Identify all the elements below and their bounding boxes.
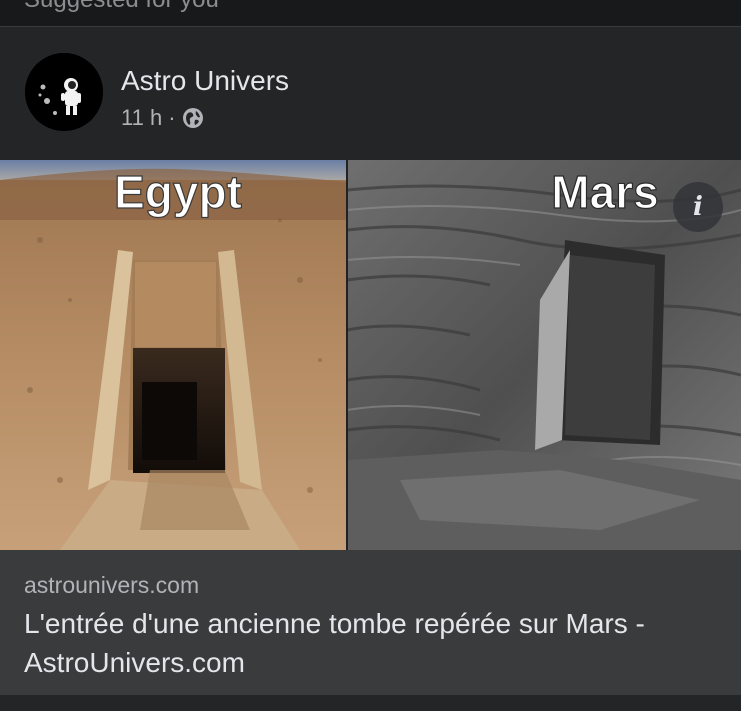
link-preview[interactable]: astrounivers.com L'entrée d'une ancienne…	[0, 550, 741, 695]
astronaut-on-moon-logo	[25, 53, 103, 131]
egypt-label: Egypt	[114, 166, 242, 218]
link-title[interactable]: L'entrée d'une ancienne tombe repérée su…	[24, 604, 724, 682]
close-icon[interactable]	[692, 0, 724, 12]
page-avatar[interactable]	[25, 53, 103, 131]
mars-label: Mars	[551, 166, 658, 218]
suggested-label: Suggested for you	[24, 0, 219, 14]
post-image[interactable]: Egypt Mars	[0, 160, 741, 550]
globe-icon	[182, 108, 203, 128]
egypt-photo: Egypt	[0, 160, 347, 550]
post-time[interactable]: 11 h	[121, 105, 162, 131]
info-icon[interactable]: i	[673, 182, 723, 232]
page-name[interactable]: Astro Univers	[121, 65, 289, 97]
meta-separator: ·	[168, 105, 176, 130]
post-card: Astro Univers 11 h · Egypt Mars i astrou…	[0, 27, 741, 711]
suggested-header: Suggested for you	[0, 0, 741, 27]
link-domain: astrounivers.com	[24, 572, 200, 598]
post-meta: 11 h ·	[121, 105, 204, 131]
